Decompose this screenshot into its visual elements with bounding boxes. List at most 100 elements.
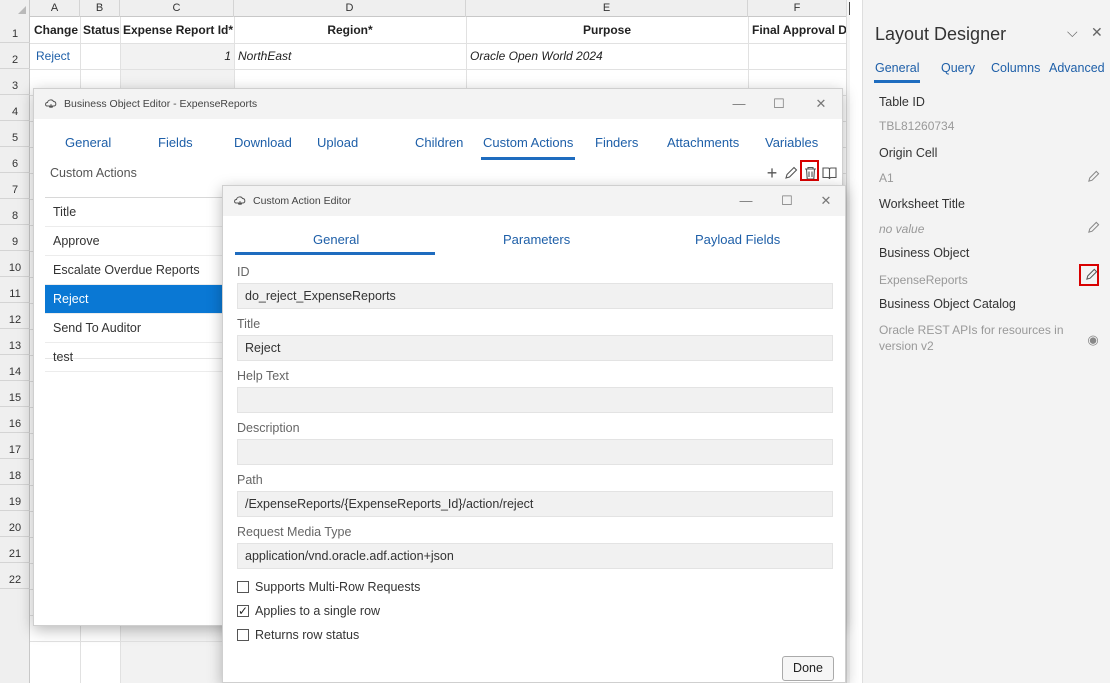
maximize-button[interactable]: ☐	[772, 186, 802, 216]
row-header[interactable]: 2	[0, 43, 30, 69]
row-header[interactable]: 13	[0, 329, 30, 355]
business-object-catalog-value: Oracle REST APIs for resources in versio…	[879, 323, 1064, 353]
bo-editor-title: Business Object Editor - ExpenseReports	[64, 98, 258, 110]
column-header-E[interactable]: E	[466, 0, 748, 17]
checkbox-label: Supports Multi-Row Requests	[255, 580, 421, 594]
row-header[interactable]: 4	[0, 95, 30, 121]
origin-cell-label: Origin Cell	[879, 146, 938, 160]
row-header[interactable]: 15	[0, 381, 30, 407]
title-field[interactable]: Reject	[237, 335, 833, 361]
row-header[interactable]: 21	[0, 537, 30, 563]
tab-variables[interactable]: Variables	[765, 133, 818, 153]
tab-payload-fields[interactable]: Payload Fields	[695, 230, 780, 250]
description-label: Description	[237, 421, 300, 435]
row-header[interactable]: 3	[0, 69, 30, 95]
business-object-value: ExpenseReports	[879, 273, 968, 287]
tab-download[interactable]: Download	[234, 133, 292, 153]
tab-parameters[interactable]: Parameters	[503, 230, 570, 250]
origin-cell-value: A1	[879, 171, 894, 185]
cell-expense-report-id[interactable]: 1	[123, 43, 231, 69]
checkbox-unchecked-icon[interactable]	[237, 629, 249, 641]
done-button[interactable]: Done	[782, 656, 834, 681]
row-header[interactable]: 20	[0, 511, 30, 537]
action-editor-titlebar[interactable]: Custom Action Editor — ☐ ✕	[223, 186, 845, 216]
column-header-D[interactable]: D	[234, 0, 466, 17]
row-header[interactable]: 7	[0, 173, 30, 199]
column-header-A[interactable]: A	[30, 0, 80, 17]
row-header[interactable]: 22	[0, 563, 30, 589]
checkbox-label: Returns row status	[255, 628, 360, 642]
table-id-value: TBL81260734	[879, 119, 955, 133]
column-header-F[interactable]: F	[748, 0, 846, 17]
tab-query[interactable]: Query	[941, 61, 975, 75]
header-region[interactable]: Region*	[234, 17, 466, 43]
scroll-up-arrow-icon[interactable]	[849, 2, 850, 15]
close-button[interactable]: ✕	[806, 89, 836, 119]
cell-region[interactable]: NorthEast	[238, 43, 464, 69]
plus-icon[interactable]: +	[762, 163, 782, 183]
select-all-corner[interactable]	[0, 0, 30, 17]
tab-upload[interactable]: Upload	[317, 133, 358, 153]
tab-children[interactable]: Children	[415, 133, 463, 153]
minimize-button[interactable]: —	[731, 186, 761, 216]
eye-icon[interactable]: ◉	[1085, 332, 1101, 348]
sheet-vertical-scrollbar[interactable]	[846, 0, 850, 683]
checkbox-unchecked-icon[interactable]	[237, 581, 249, 593]
book-icon[interactable]	[819, 163, 839, 183]
header-purpose[interactable]: Purpose	[466, 17, 748, 43]
id-field[interactable]: do_reject_ExpenseReports	[237, 283, 833, 309]
row-header[interactable]: 11	[0, 277, 30, 303]
row-header[interactable]: 17	[0, 433, 30, 459]
row-header[interactable]: 1	[0, 17, 30, 43]
tab-advanced[interactable]: Advanced	[1049, 61, 1105, 75]
chevron-down-icon[interactable]: ⌵	[1067, 24, 1078, 41]
row-header[interactable]: 19	[0, 485, 30, 511]
header-status[interactable]: Status	[83, 17, 120, 43]
tab-fields[interactable]: Fields	[158, 133, 193, 153]
maximize-button[interactable]: ☐	[764, 89, 794, 119]
table-id-label: Table ID	[879, 95, 925, 109]
help-text-field[interactable]	[237, 387, 833, 413]
row-header[interactable]: 9	[0, 225, 30, 251]
bo-editor-tabs: General Fields Download Upload Children …	[34, 129, 842, 160]
action-editor-title: Custom Action Editor	[253, 195, 352, 207]
tab-general[interactable]: General	[873, 61, 921, 83]
row-header[interactable]: 16	[0, 407, 30, 433]
tab-finders[interactable]: Finders	[595, 133, 638, 153]
row-header[interactable]: 8	[0, 199, 30, 225]
help-text-label: Help Text	[237, 369, 289, 383]
tab-attachments[interactable]: Attachments	[667, 133, 739, 153]
checkbox-checked-icon[interactable]	[237, 603, 249, 619]
column-header-C[interactable]: C	[120, 0, 234, 17]
tab-general[interactable]: General	[65, 133, 111, 153]
custom-action-editor-window[interactable]: Custom Action Editor — ☐ ✕ General Param…	[222, 185, 846, 683]
close-button[interactable]: ✕	[811, 186, 841, 216]
cell-change-reject[interactable]: Reject	[36, 43, 80, 69]
bo-editor-titlebar[interactable]: Business Object Editor - ExpenseReports …	[34, 89, 842, 119]
row-header[interactable]: 12	[0, 303, 30, 329]
path-field[interactable]: /ExpenseReports/{ExpenseReports_Id}/acti…	[237, 491, 833, 517]
row-header[interactable]: 6	[0, 147, 30, 173]
row-header[interactable]: 18	[0, 459, 30, 485]
header-expense-report-id[interactable]: Expense Report Id*	[123, 17, 234, 43]
row-header[interactable]: 10	[0, 251, 30, 277]
row-header[interactable]: 5	[0, 121, 30, 147]
pencil-icon[interactable]	[1085, 170, 1101, 186]
row-header[interactable]: 14	[0, 355, 30, 381]
tab-custom-actions[interactable]: Custom Actions	[480, 133, 576, 160]
request-media-type-field[interactable]: application/vnd.oracle.adf.action+json	[237, 543, 833, 569]
pencil-icon[interactable]	[1085, 221, 1101, 237]
close-icon[interactable]: ✕	[1091, 24, 1103, 41]
description-field[interactable]	[237, 439, 833, 465]
header-final-approval[interactable]: Final Approval D	[752, 17, 846, 43]
tab-general[interactable]: General	[313, 230, 359, 250]
cloud-sheet-icon	[45, 99, 57, 108]
tab-columns[interactable]: Columns	[991, 61, 1040, 75]
header-change[interactable]: Change	[34, 17, 80, 43]
cell-purpose[interactable]: Oracle Open World 2024	[470, 43, 746, 69]
worksheet-title-label: Worksheet Title	[879, 197, 965, 211]
request-media-type-label: Request Media Type	[237, 525, 352, 539]
minimize-button[interactable]: —	[724, 89, 754, 119]
pencil-icon[interactable]	[781, 163, 801, 183]
column-header-B[interactable]: B	[80, 0, 120, 17]
